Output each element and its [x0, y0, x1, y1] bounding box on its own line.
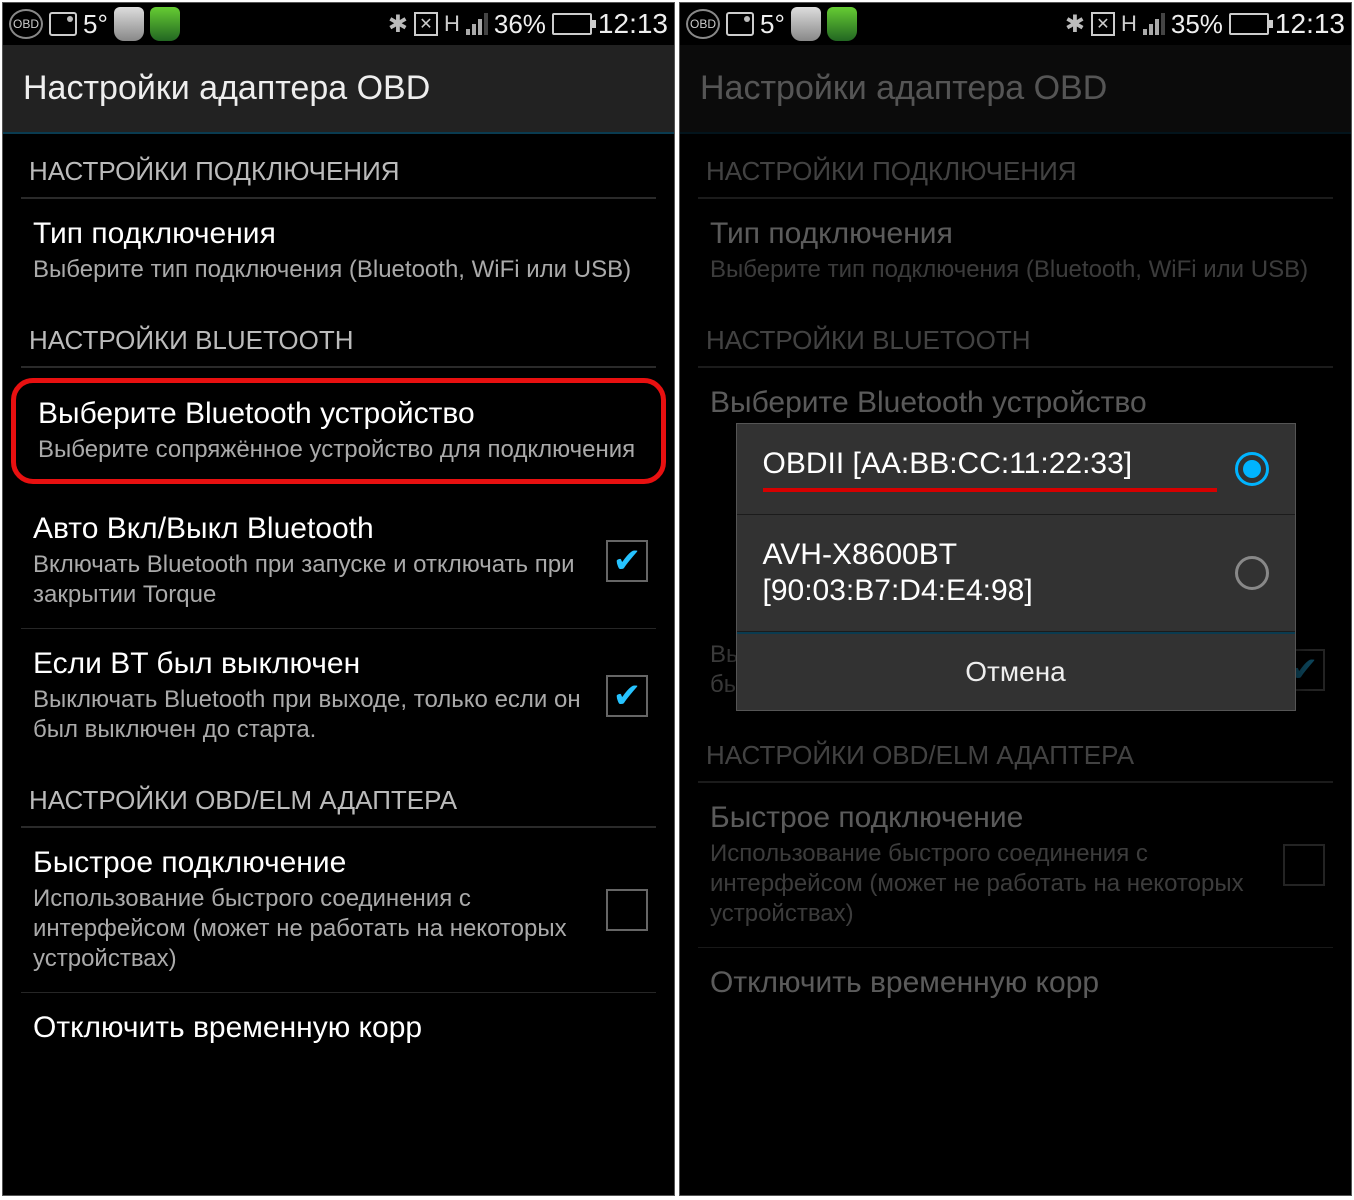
network-type-icon: H: [444, 11, 460, 37]
phone-left: OBD 5° ✱ ✕ H 36% 12:13 Настройки адаптер…: [2, 2, 675, 1196]
page-title: Настройки адаптера OBD: [680, 45, 1351, 134]
checkbox-unchecked-icon[interactable]: ✔: [606, 889, 648, 931]
setting-fast-connect[interactable]: Быстрое подключение Использование быстро…: [680, 783, 1351, 947]
highlight-underline: [763, 488, 1217, 492]
temperature: 5°: [83, 9, 108, 40]
setting-subtitle: Включать Bluetooth при запуске и отключа…: [33, 550, 592, 610]
setting-connection-type[interactable]: Тип подключения Выберите тип подключения…: [3, 199, 674, 303]
status-bar: OBD 5° ✱ ✕ H 35% 12:13: [680, 3, 1351, 45]
battery-percent: 35%: [1171, 9, 1223, 40]
shield-icon: [791, 7, 821, 41]
dialog-cancel-button[interactable]: Отмена: [737, 632, 1295, 710]
checkbox-unchecked-icon[interactable]: ✔: [1283, 844, 1325, 886]
bt-device-dialog: OBDII [AA:BB:CC:11:22:33] AVH-X8600BT [9…: [736, 423, 1296, 711]
antivirus-icon: [827, 7, 857, 41]
setting-title: Выберите Bluetooth устройство: [710, 386, 1325, 420]
setting-title: Быстрое подключение: [710, 801, 1269, 835]
obd-icon: OBD: [686, 9, 720, 39]
setting-bt-if-off[interactable]: Если BT был выключен Выключать Bluetooth…: [3, 629, 674, 763]
setting-title: Отключить временную корр: [33, 1011, 648, 1045]
bluetooth-icon: ✱: [1065, 10, 1085, 39]
battery-icon: [552, 13, 592, 35]
signal-icon: [466, 13, 488, 35]
setting-title: Авто Вкл/Выкл Bluetooth: [33, 512, 592, 546]
section-obd-header: НАСТРОЙКИ OBD/ELM АДАПТЕРА: [680, 718, 1351, 781]
setting-subtitle: Использование быстрого соединения с инте…: [710, 839, 1269, 929]
section-obd-header: НАСТРОЙКИ OBD/ELM АДАПТЕРА: [3, 763, 674, 826]
dialog-option-label: OBDII [AA:BB:CC:11:22:33]: [763, 446, 1217, 482]
checkbox-checked-icon[interactable]: ✔: [606, 675, 648, 717]
setting-connection-type[interactable]: Тип подключения Выберите тип подключения…: [680, 199, 1351, 303]
box-x-icon: ✕: [1091, 12, 1115, 36]
setting-title: Тип подключения: [710, 217, 1325, 251]
shield-icon: [114, 7, 144, 41]
setting-title: Выберите Bluetooth устройство: [38, 397, 641, 431]
dialog-option-obdii[interactable]: OBDII [AA:BB:CC:11:22:33]: [737, 424, 1295, 515]
clock: 12:13: [598, 8, 668, 40]
obd-icon: OBD: [9, 9, 43, 39]
setting-subtitle: Выберите сопряжённое устройство для подк…: [38, 435, 641, 465]
box-x-icon: ✕: [414, 12, 438, 36]
radio-unselected-icon[interactable]: [1235, 556, 1269, 590]
setting-subtitle: Выключать Bluetooth при выходе, только е…: [33, 685, 592, 745]
setting-title: Отключить временную корр: [710, 966, 1325, 1000]
setting-fast-connect[interactable]: Быстрое подключение Использование быстро…: [3, 828, 674, 992]
radio-selected-icon[interactable]: [1235, 452, 1269, 486]
settings-list[interactable]: НАСТРОЙКИ ПОДКЛЮЧЕНИЯ Тип подключения Вы…: [3, 134, 674, 1195]
gallery-icon: [726, 12, 754, 36]
antivirus-icon: [150, 7, 180, 41]
battery-icon: [1229, 13, 1269, 35]
setting-cutoff[interactable]: Отключить временную корр: [680, 948, 1351, 1022]
setting-title: Если BT был выключен: [33, 647, 592, 681]
setting-select-bt-device[interactable]: Выберите Bluetooth устройство Выберите с…: [11, 378, 666, 484]
setting-title: Быстрое подключение: [33, 846, 592, 880]
section-bluetooth-header: НАСТРОЙКИ BLUETOOTH: [680, 303, 1351, 366]
dialog-option-avh[interactable]: AVH-X8600BT [90:03:B7:D4:E4:98]: [737, 515, 1295, 632]
setting-title: Тип подключения: [33, 217, 648, 251]
clock: 12:13: [1275, 8, 1345, 40]
dialog-option-label: AVH-X8600BT [90:03:B7:D4:E4:98]: [763, 537, 1217, 609]
setting-auto-bt[interactable]: Авто Вкл/Выкл Bluetooth Включать Bluetoo…: [3, 494, 674, 628]
checkbox-checked-icon[interactable]: ✔: [606, 540, 648, 582]
section-connection-header: НАСТРОЙКИ ПОДКЛЮЧЕНИЯ: [3, 134, 674, 197]
gallery-icon: [49, 12, 77, 36]
signal-icon: [1143, 13, 1165, 35]
setting-cutoff[interactable]: Отключить временную корр: [3, 993, 674, 1067]
setting-subtitle: Выберите тип подключения (Bluetooth, WiF…: [33, 255, 648, 285]
page-title: Настройки адаптера OBD: [3, 45, 674, 134]
section-connection-header: НАСТРОЙКИ ПОДКЛЮЧЕНИЯ: [680, 134, 1351, 197]
setting-subtitle: Использование быстрого соединения с инте…: [33, 884, 592, 974]
setting-subtitle: Выберите тип подключения (Bluetooth, WiF…: [710, 255, 1325, 285]
bluetooth-icon: ✱: [388, 10, 408, 39]
phone-right: OBD 5° ✱ ✕ H 35% 12:13 Настройки адаптер…: [679, 2, 1352, 1196]
temperature: 5°: [760, 9, 785, 40]
status-bar: OBD 5° ✱ ✕ H 36% 12:13: [3, 3, 674, 45]
network-type-icon: H: [1121, 11, 1137, 37]
battery-percent: 36%: [494, 9, 546, 40]
section-bluetooth-header: НАСТРОЙКИ BLUETOOTH: [3, 303, 674, 366]
